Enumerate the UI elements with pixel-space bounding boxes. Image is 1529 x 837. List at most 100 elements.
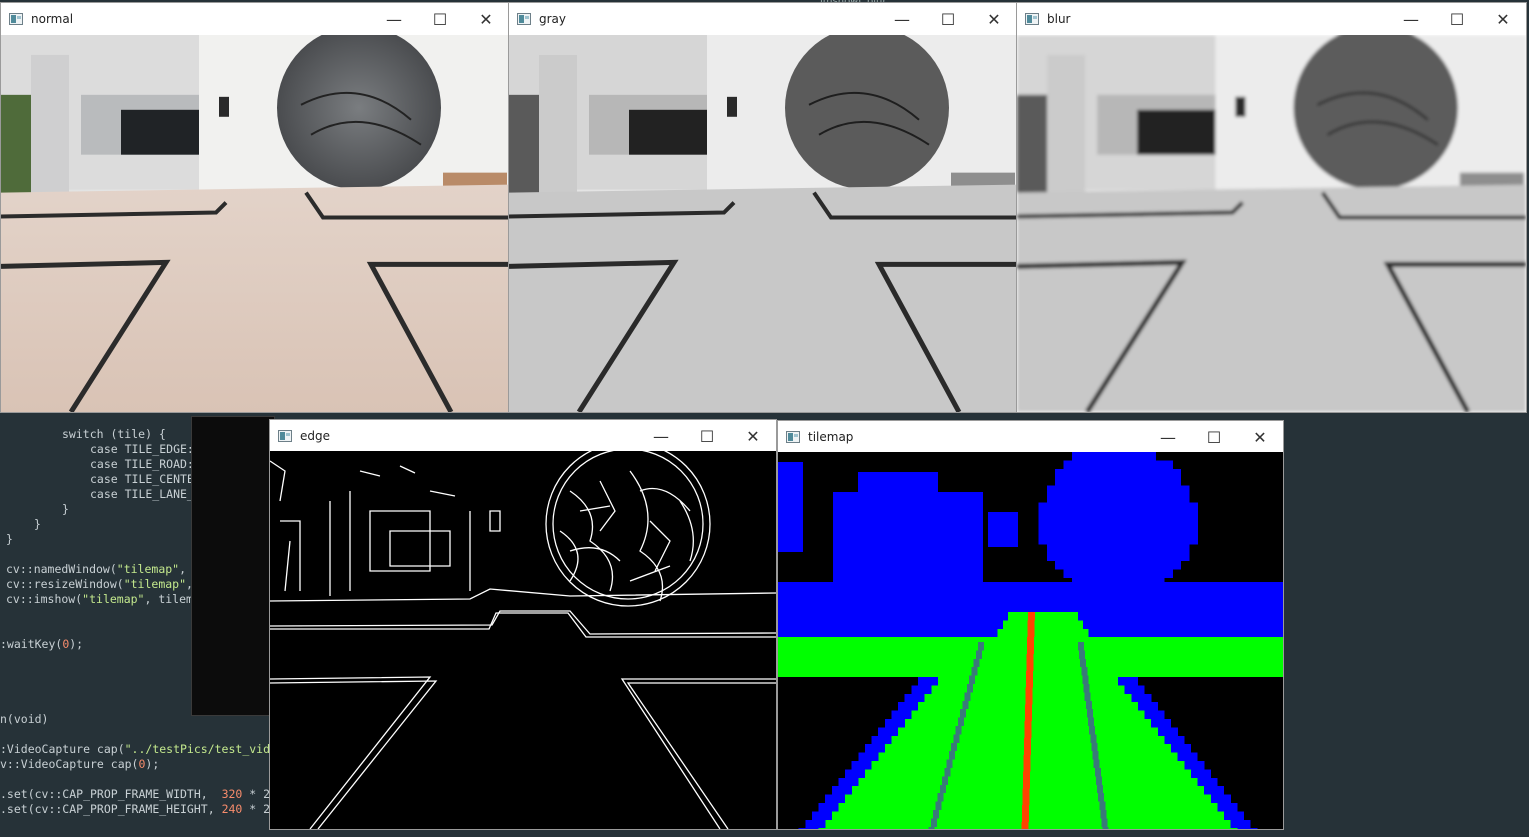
maximize-button[interactable]: ☐ <box>1434 3 1480 35</box>
titlebar[interactable]: tilemap — ☐ ✕ <box>778 421 1283 453</box>
close-button[interactable]: ✕ <box>1237 421 1283 453</box>
tile-center <box>1022 796 1030 806</box>
code-line: switch (tile) { <box>62 427 166 442</box>
tile-edge <box>1088 494 1098 503</box>
tile-lane <box>1095 776 1102 785</box>
tile-lane <box>944 768 951 777</box>
tile-edge <box>833 492 983 587</box>
tile-edge <box>1055 510 1064 520</box>
tile-lane <box>1079 650 1086 659</box>
tile-edge <box>1122 510 1131 520</box>
close-button[interactable]: ✕ <box>1480 3 1526 35</box>
tile-edge <box>1038 536 1047 545</box>
window-tilemap[interactable]: tilemap — ☐ ✕ <box>777 420 1284 830</box>
console-window[interactable] <box>191 416 275 716</box>
tile-edge <box>1080 494 1089 503</box>
code-token: switch (tile) { <box>62 427 166 441</box>
tile-edge <box>1190 769 1211 778</box>
tile-lane <box>1097 784 1104 794</box>
minimize-button[interactable]: — <box>371 3 417 35</box>
tile-center <box>1025 679 1033 688</box>
tile-edge <box>1122 536 1131 545</box>
tile-edge <box>1181 510 1190 520</box>
tile-edge <box>858 752 879 761</box>
tile-lane <box>969 675 976 684</box>
tile-edge <box>1097 460 1106 469</box>
tile-center <box>1024 721 1032 730</box>
titlebar[interactable]: blur — ☐ ✕ <box>1017 3 1526 35</box>
tile-edge <box>1164 494 1173 503</box>
tile-edge <box>1147 519 1156 528</box>
code-token: "tilemap" <box>123 577 187 591</box>
tile-edge <box>1046 494 1056 503</box>
close-button[interactable]: ✕ <box>730 420 776 452</box>
tile-edge <box>1088 536 1098 545</box>
code-token: case TILE_CENTE <box>90 472 194 486</box>
tile-edge <box>1088 519 1098 528</box>
titlebar[interactable]: edge — ☐ ✕ <box>270 420 776 452</box>
tile-edge <box>1130 494 1140 503</box>
tile-edge <box>1122 527 1131 536</box>
tile-edge <box>1172 519 1182 528</box>
tile-edge <box>851 761 872 770</box>
tile-center <box>1022 780 1030 789</box>
minimize-button[interactable]: — <box>638 420 684 452</box>
window-normal[interactable]: normal — ☐ ✕ <box>0 2 510 413</box>
tile-edge <box>1122 485 1131 494</box>
maximize-button[interactable]: ☐ <box>925 3 971 35</box>
tile-edge <box>1063 485 1072 494</box>
maximize-button[interactable]: ☐ <box>1191 421 1237 453</box>
tile-lane <box>962 700 969 710</box>
tile-edge <box>1114 460 1123 469</box>
tile-edge <box>1184 761 1205 770</box>
tile-edge <box>1217 803 1238 812</box>
tile-edge <box>1139 519 1148 528</box>
titlebar[interactable]: gray — ☐ ✕ <box>509 3 1017 35</box>
tile-edge <box>1172 494 1182 503</box>
tile-center <box>1023 746 1031 755</box>
tile-lane <box>939 784 946 794</box>
tile-edge <box>1055 485 1064 494</box>
minimize-button[interactable]: — <box>1388 3 1434 35</box>
close-button[interactable]: ✕ <box>463 3 509 35</box>
tile-edge <box>864 744 885 753</box>
tile-edge <box>1147 561 1156 570</box>
tile-edge <box>1055 544 1064 553</box>
tile-edge <box>1055 527 1064 536</box>
close-button[interactable]: ✕ <box>971 3 1017 35</box>
code-token: * 2 <box>242 802 271 816</box>
tile-edge <box>1055 536 1064 545</box>
minimize-button[interactable]: — <box>1145 421 1191 453</box>
tile-edge <box>1189 536 1198 545</box>
tile-edge <box>798 828 819 829</box>
tile-edge <box>778 462 803 552</box>
tile-edge <box>1172 510 1182 520</box>
tile-lane <box>1083 684 1090 693</box>
app-icon <box>786 431 800 443</box>
tile-edge <box>1147 544 1156 553</box>
window-edge[interactable]: edge — ☐ ✕ <box>269 419 777 830</box>
tile-lane <box>1088 717 1095 726</box>
code-line: :waitKey(0); <box>0 637 83 652</box>
tile-edge <box>1139 477 1148 486</box>
minimize-button[interactable]: — <box>879 3 925 35</box>
titlebar[interactable]: normal — ☐ ✕ <box>1 3 509 35</box>
tile-edge <box>1181 502 1190 511</box>
tile-edge <box>988 512 1018 547</box>
window-gray[interactable]: gray — ☐ ✕ <box>508 2 1018 413</box>
window-blur[interactable]: blur — ☐ ✕ <box>1016 2 1527 413</box>
tile-edge <box>1204 786 1225 795</box>
tile-edge <box>1172 468 1182 478</box>
code-line: } <box>34 517 41 532</box>
tile-edge <box>1080 536 1089 545</box>
tile-edge <box>1072 494 1081 503</box>
window-title: blur <box>1047 12 1071 26</box>
tile-edge <box>1063 552 1072 562</box>
tile-lane <box>955 726 962 735</box>
tile-edge <box>1156 468 1165 478</box>
tile-edge <box>1139 536 1148 545</box>
code-token: * 2 <box>242 787 271 801</box>
maximize-button[interactable]: ☐ <box>417 3 463 35</box>
tile-road <box>1002 620 1084 629</box>
maximize-button[interactable]: ☐ <box>684 420 730 452</box>
